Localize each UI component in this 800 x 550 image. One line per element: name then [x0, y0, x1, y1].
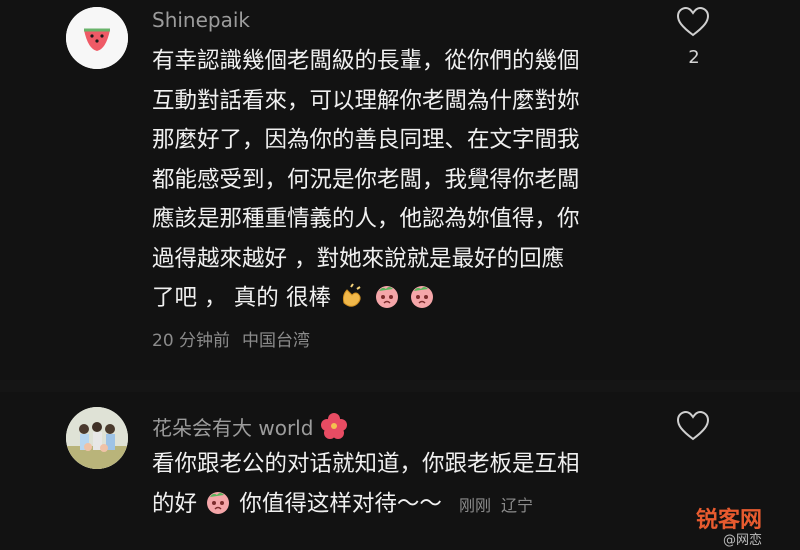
comment-meta: 刚刚 辽宁: [459, 496, 533, 515]
location: 中国台湾: [242, 331, 311, 351]
location: 辽宁: [501, 495, 534, 515]
like-button[interactable]: [676, 410, 710, 442]
timestamp: 刚刚: [459, 495, 492, 515]
username[interactable]: Shinepaik: [152, 8, 250, 32]
hibiscus-icon: [320, 412, 348, 445]
comment-line: 看你跟老公的对话就知道，你跟老板是互相: [152, 451, 580, 477]
crying-face-icon: [408, 282, 436, 324]
watermark-handle: @网恋: [722, 533, 762, 548]
comment-line: 了吧 ， 真的 很棒: [152, 285, 331, 311]
comment-line-with-emoji: 了吧 ， 真的 很棒: [152, 279, 652, 319]
group-photo-avatar: [66, 407, 128, 469]
comment-line: 那麼好了，因為你的善良同理、在文字間我: [152, 127, 580, 153]
comment-line: 的好: [152, 490, 198, 517]
comment-meta: 20 分钟前 中国台湾: [152, 326, 310, 351]
like-button[interactable]: [676, 6, 710, 38]
like-count: 2: [688, 47, 700, 68]
timestamp: 20 分钟前: [152, 331, 231, 351]
heart-icon: [676, 410, 710, 441]
user-avatar[interactable]: [66, 7, 128, 69]
comment-line-with-emoji: 的好 你值得这样对待～～ 刚刚 辽宁: [152, 485, 652, 525]
comment-line: 你值得这样对待～～: [239, 490, 442, 517]
username[interactable]: 花朵会有大 world: [152, 416, 313, 440]
comment-line: 應該是那種重情義的人，他認為妳值得，你: [152, 206, 580, 232]
crying-face-icon: [373, 282, 401, 324]
heart-icon: [676, 6, 710, 37]
comment-text: 有幸認識幾個老闆級的長輩，從你們的幾個 互動對話看來，可以理解你老闆為什麼對妳 …: [152, 42, 652, 319]
crying-face-icon: [204, 488, 232, 530]
comment-line: 有幸認識幾個老闆級的長輩，從你們的幾個: [152, 48, 580, 74]
clapping-hands-icon: [338, 282, 366, 324]
comment-text: 看你跟老公的对话就知道，你跟老板是互相 的好 你值得这样对待～～ 刚刚 辽宁: [152, 445, 652, 524]
comment-line: 互動對話看來，可以理解你老闆為什麼對妳: [152, 87, 580, 114]
comment-line: 都能感受到，何況是你老闆，我覺得你老闆: [152, 166, 580, 193]
user-avatar[interactable]: [66, 407, 128, 469]
watermelon-icon: [66, 7, 128, 69]
username-with-flower[interactable]: 花朵会有大 world: [152, 412, 348, 445]
comment-line: 過得越來越好 ，對她來說就是最好的回應: [152, 245, 565, 272]
